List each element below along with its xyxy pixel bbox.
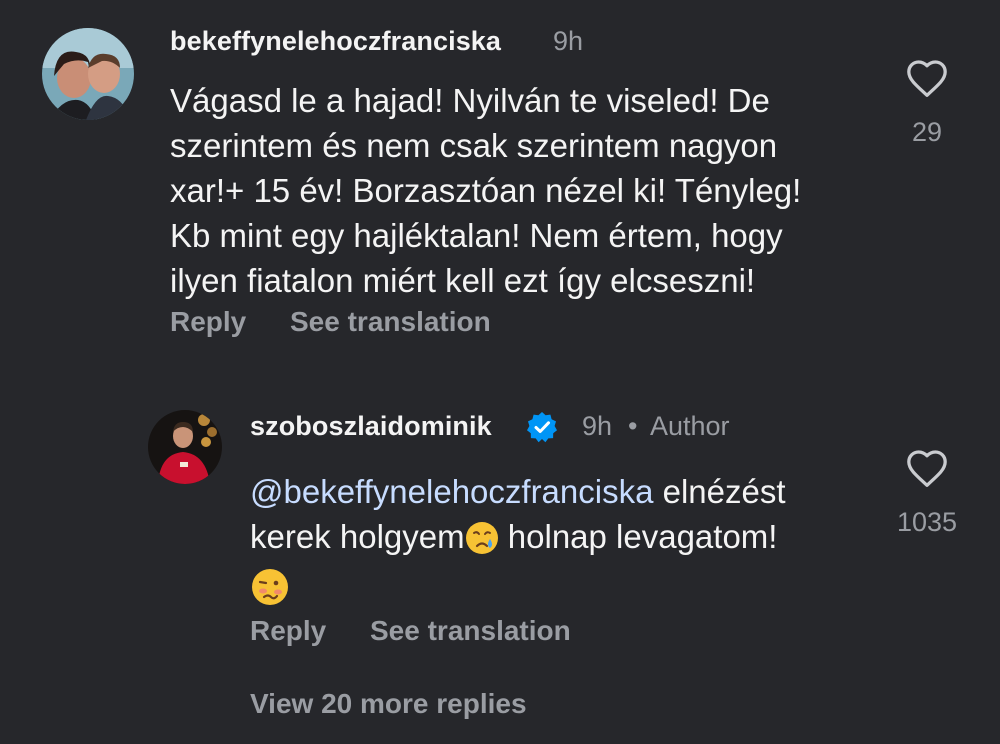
like-heart-icon[interactable] — [905, 448, 949, 493]
reply-like-group: 1035 — [882, 448, 972, 538]
comment-see-translation-button[interactable]: See translation — [290, 306, 491, 338]
author-avatar[interactable] — [148, 410, 222, 484]
commenter-username[interactable]: bekeffynelehoczfranciska — [170, 26, 501, 57]
comment-text-line: xar!+ 15 év! Borzasztóan nézel ki! Tényl… — [170, 172, 802, 209]
comment-reply-button[interactable]: Reply — [170, 306, 246, 338]
like-heart-icon[interactable] — [905, 58, 949, 103]
reply-timestamp: 9h — [582, 411, 613, 441]
commenter-avatar[interactable] — [42, 28, 134, 120]
comment-like-count: 29 — [911, 117, 943, 147]
meta-separator: • — [628, 411, 638, 441]
reply-text-segment: holnap levagatom! — [498, 518, 778, 555]
view-more-replies-button[interactable]: View 20 more replies — [250, 688, 527, 720]
comment-timestamp: 9h — [553, 26, 584, 56]
author-username[interactable]: szoboszlaidominik — [250, 411, 492, 442]
crying-face-emoji — [465, 521, 499, 566]
comment-text-line: szerintem és nem csak szerintem nagyon — [170, 127, 778, 164]
author-badge: Author — [650, 411, 730, 441]
reply-text-segment: elnézést — [653, 473, 786, 510]
mention-link[interactable]: @bekeffynelehoczfranciska — [250, 473, 653, 510]
reply-see-translation-button[interactable]: See translation — [370, 615, 571, 647]
comment-text-line: ilyen fiatalon miért kell ezt így elcses… — [170, 262, 756, 299]
comment-text: Vágasd le a hajad! Nyilván te viseled! D… — [170, 78, 801, 303]
reply-like-count: 1035 — [896, 507, 958, 537]
reply-text-segment: kerek holgyem — [250, 518, 465, 555]
comment-like-group: 29 — [882, 58, 972, 148]
woozy-face-emoji — [250, 567, 290, 618]
verified-badge-icon — [526, 411, 558, 448]
reply-reply-button[interactable]: Reply — [250, 615, 326, 647]
reply-text: @bekeffynelehoczfranciska elnézést kerek… — [250, 469, 786, 618]
comment-text-line: Kb mint egy hajléktalan! Nem értem, hogy — [170, 217, 783, 254]
comment-text-line: Vágasd le a hajad! Nyilván te viseled! D… — [170, 82, 770, 119]
